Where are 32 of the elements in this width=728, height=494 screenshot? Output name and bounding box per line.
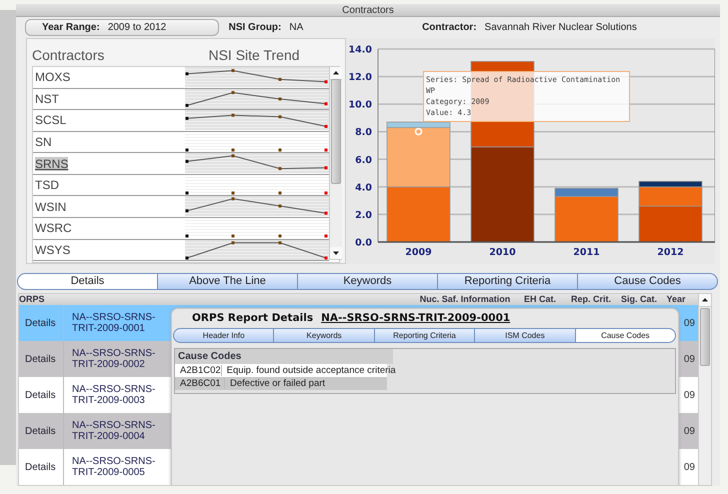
cause-code: A2B6C01 (175, 378, 225, 389)
axis-tick-label: 14.0 (348, 44, 372, 56)
axis-tick-label: 8.0 (355, 127, 372, 138)
cause-code: A2B1C02 (175, 364, 222, 376)
category-label: 2009 (405, 246, 432, 258)
filter-value: NA (289, 22, 304, 33)
axis-tick-label: 12.0 (348, 72, 372, 83)
category-label: 2012 (657, 246, 684, 258)
section-title: Cause Codes (175, 348, 393, 364)
filter-label: Year Range: (42, 22, 100, 33)
year-cell-text: 09 (684, 426, 696, 436)
category-label: 2010 (489, 246, 516, 258)
filter-value: Savannah River Nuclear Solutions (484, 22, 637, 33)
window-title: Contractors (16, 4, 720, 17)
column-header: Contractors (32, 46, 106, 63)
year-cell-text: 09 (684, 462, 696, 472)
year-cell-text: 09 (684, 390, 696, 400)
category-label: 2011 (573, 246, 600, 258)
cause-description: Equip. found outside acceptance criteria (226, 364, 396, 376)
filter-label: NSI Group: (228, 22, 282, 33)
axis-tick-label: 0.0 (355, 237, 372, 248)
year-cell-text: 09 (684, 318, 696, 328)
axis-tick-label: 4.0 (355, 182, 372, 194)
cause-description: Defective or failed part (229, 378, 326, 389)
dialog-title: ORPS Report Details (192, 312, 314, 324)
axis-tick-label: 6.0 (355, 154, 372, 166)
year-cell-text: 09 (684, 354, 696, 364)
filter-value: 2009 to 2012 (108, 22, 166, 33)
filter-label: Contractor: (422, 22, 477, 33)
axis-tick-label: 2.0 (355, 210, 372, 221)
axis-tick-label: 10.0 (348, 100, 372, 111)
column-header: NSI Site Trend (207, 46, 301, 63)
